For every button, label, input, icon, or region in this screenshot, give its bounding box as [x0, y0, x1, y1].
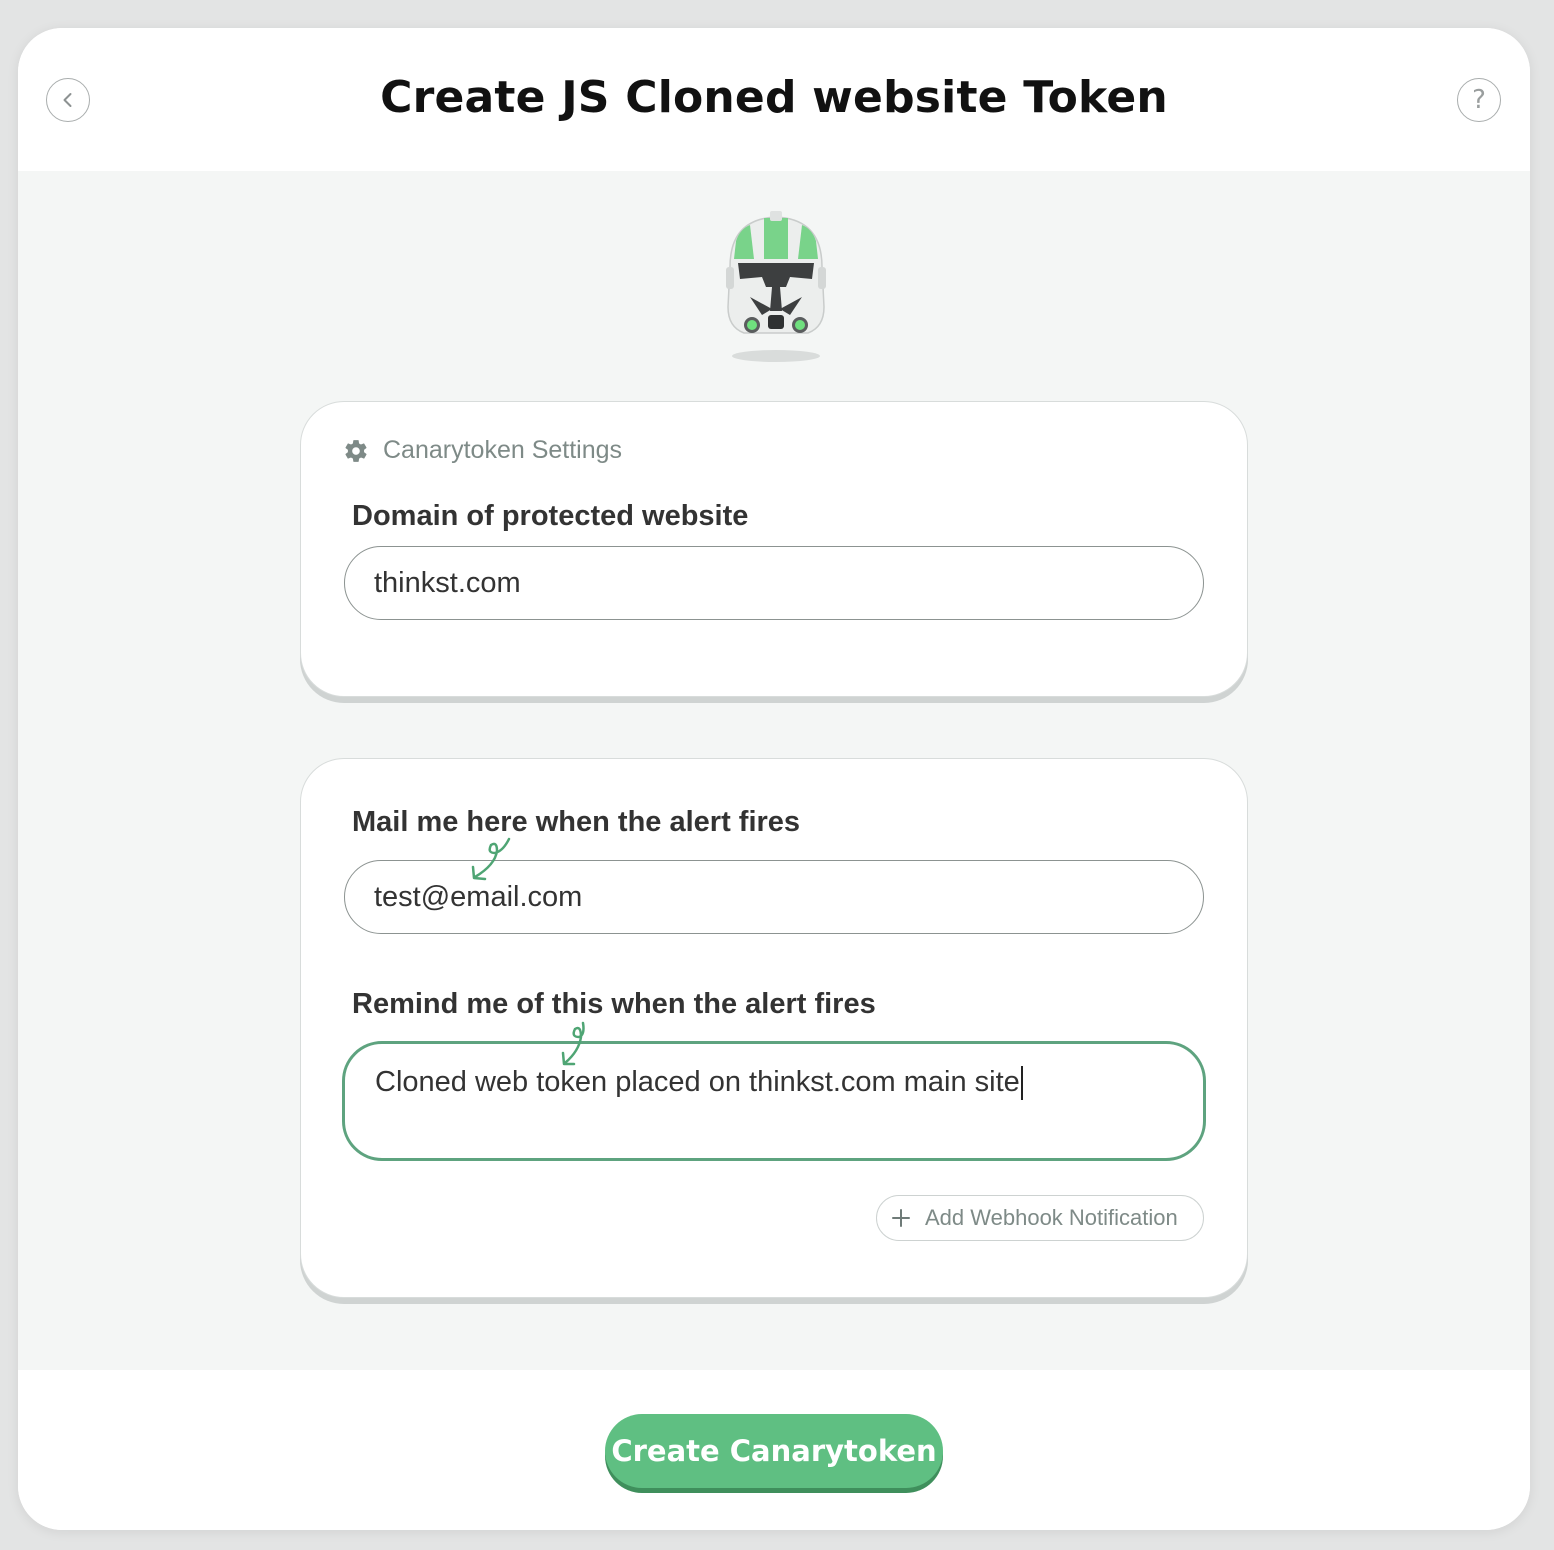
modal-title: Create JS Cloned website Token	[380, 72, 1168, 123]
modal-header: Create JS Cloned website Token ?	[18, 28, 1530, 171]
add-webhook-button[interactable]: Add Webhook Notification	[876, 1195, 1204, 1241]
create-token-modal: Create JS Cloned website Token ? Canaryt…	[18, 28, 1530, 1530]
add-webhook-label: Add Webhook Notification	[925, 1205, 1178, 1230]
settings-card: Canarytoken Settings Domain of protected…	[300, 401, 1248, 697]
text-caret	[1020, 1066, 1023, 1101]
help-button[interactable]: ?	[1457, 78, 1501, 122]
alert-card: Mail me here when the alert fires test@e…	[300, 758, 1248, 1298]
squiggle-arrow-icon	[561, 1021, 585, 1066]
memo-textarea-value: Cloned web token placed on thinkst.com m…	[375, 1066, 1020, 1098]
plus-icon	[892, 1209, 910, 1227]
memo-textarea[interactable]: Cloned web token placed on thinkst.com m…	[342, 1041, 1206, 1161]
modal-body: Canarytoken Settings Domain of protected…	[18, 171, 1530, 1370]
domain-label: Domain of protected website	[352, 500, 749, 532]
memo-label: Remind me of this when the alert fires	[352, 988, 876, 1020]
modal-footer: Create Canarytoken	[18, 1370, 1530, 1530]
email-input-value: test@email.com	[374, 880, 583, 913]
domain-input[interactable]: thinkst.com	[344, 546, 1204, 620]
create-canarytoken-button[interactable]: Create Canarytoken	[605, 1414, 943, 1488]
settings-heading-text: Canarytoken Settings	[383, 436, 623, 464]
gear-icon	[345, 439, 367, 462]
clone-trooper-helmet-icon	[726, 211, 826, 362]
squiggle-arrow-icon	[471, 837, 511, 881]
domain-input-value: thinkst.com	[374, 566, 521, 599]
email-label: Mail me here when the alert fires	[352, 806, 801, 838]
question-mark-icon: ?	[1472, 85, 1486, 115]
settings-heading: Canarytoken Settings	[343, 436, 622, 465]
